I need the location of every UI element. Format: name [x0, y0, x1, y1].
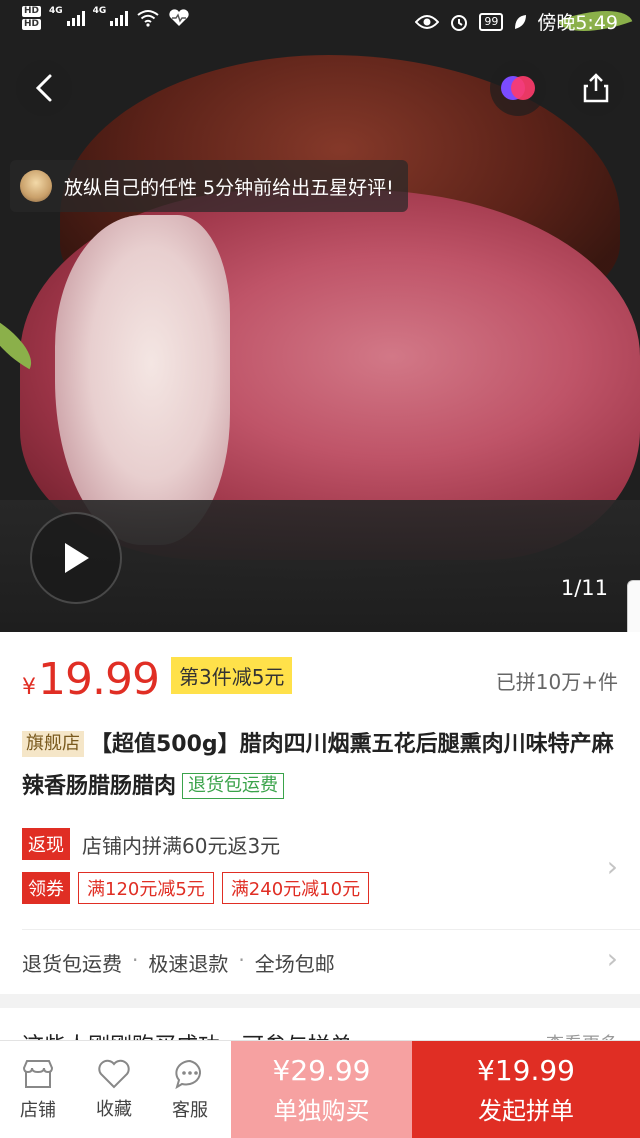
- cashback-row[interactable]: 返现 店铺内拼满60元返3元: [22, 828, 280, 860]
- network-type: 4G: [92, 6, 107, 16]
- solo-label: 单独购买: [273, 1096, 370, 1125]
- currency-symbol: ¥: [22, 675, 36, 700]
- favorite-button[interactable]: 收藏: [76, 1041, 152, 1138]
- service-separator: ·: [132, 948, 139, 972]
- cashback-text: 店铺内拼满60元返3元: [82, 833, 281, 858]
- coupon-item[interactable]: 满120元减5元: [78, 872, 214, 904]
- coupon-row[interactable]: 领券 满120元减5元 满240元减10元: [22, 872, 370, 904]
- avatar: [20, 170, 52, 202]
- health-heart-icon: [169, 9, 189, 26]
- chevron-left-icon: [35, 74, 52, 102]
- customer-service-label: 客服: [172, 1099, 208, 1121]
- coupon-badge: 领券: [22, 872, 70, 904]
- service-item: 全场包邮: [254, 952, 335, 976]
- price-row: ¥ 19.99 第3件减5元: [22, 654, 293, 705]
- chevron-right-icon[interactable]: ›: [607, 942, 618, 975]
- promo-tag: 第3件减5元: [170, 657, 293, 694]
- cashback-badge: 返现: [22, 828, 70, 860]
- share-icon: [583, 73, 609, 103]
- customer-service-button[interactable]: 客服: [152, 1041, 228, 1138]
- hd-badges: HD HD: [22, 6, 42, 30]
- hd-badge: HD: [22, 19, 42, 30]
- coupon-item[interactable]: 满240元减10元: [221, 872, 370, 904]
- wifi-icon: [137, 10, 159, 27]
- product-title: 旗舰店 【超值500g】腊肉四川烟熏五花后腿熏肉川味特产麻辣香肠腊肠腊肉 退货包运费: [22, 724, 622, 808]
- group-price: ¥19.99: [477, 1053, 575, 1087]
- start-group-buy-button[interactable]: ¥19.99 发起拼单: [412, 1041, 640, 1138]
- divider: [22, 929, 640, 930]
- service-separator: ·: [238, 948, 245, 972]
- signal-icon: [110, 10, 129, 26]
- product-price: 19.99: [38, 654, 160, 705]
- store-button[interactable]: 店铺: [0, 1041, 76, 1138]
- image-counter: 1/11: [560, 576, 608, 600]
- eye-icon: [415, 14, 440, 29]
- pinduoduo-button[interactable]: [490, 60, 546, 116]
- service-guarantees[interactable]: 退货包运费 · 极速退款 · 全场包邮: [22, 948, 335, 977]
- flagship-store-tag: 旗舰店: [22, 731, 84, 757]
- product-photo-fat-layer: [55, 215, 230, 545]
- product-title-text: 【超值500g】腊肉四川烟熏五花后腿熏肉川味特产麻辣香肠腊肠腊肉: [22, 732, 614, 799]
- share-button[interactable]: [568, 60, 624, 116]
- service-item: 极速退款: [148, 952, 229, 976]
- service-item: 退货包运费: [22, 952, 122, 976]
- network-type: 4G: [49, 6, 63, 16]
- product-info-card: ¥ 19.99 第3件减5元 已拼10万+件 旗舰店 【超值500g】腊肉四川烟熏…: [0, 632, 640, 994]
- clock-time: 傍晚5:49: [537, 12, 618, 34]
- status-bar-left: HD HD 4G 4G: [22, 6, 190, 30]
- play-video-button[interactable]: [30, 512, 122, 604]
- heart-icon: [98, 1059, 130, 1088]
- refund-shipping-tag: 退货包运费: [182, 773, 285, 799]
- buy-alone-button[interactable]: ¥29.99 单独购买: [231, 1041, 412, 1138]
- back-button[interactable]: [16, 60, 72, 116]
- status-bar-right: 99 傍晚5:49: [415, 8, 618, 35]
- group-label: 发起拼单: [478, 1096, 574, 1125]
- leaf-icon: [515, 14, 527, 29]
- chevron-right-icon[interactable]: ›: [607, 850, 618, 883]
- store-label: 店铺: [20, 1099, 56, 1121]
- store-icon: [22, 1059, 54, 1088]
- alarm-icon: [451, 14, 468, 31]
- status-bar: HD HD 4G 4G 99 傍晚5:49: [0, 0, 640, 44]
- product-image-carousel[interactable]: HD HD 4G 4G 99 傍晚5:49 放纵自己的任性 5分钟前给出五星好评…: [0, 0, 640, 632]
- review-toast: 放纵自己的任性 5分钟前给出五星好评!: [10, 160, 408, 212]
- hd-badge: HD: [22, 6, 42, 17]
- play-icon: [65, 543, 89, 573]
- chat-bubble-icon: [175, 1059, 201, 1089]
- battery-indicator: 99: [479, 12, 504, 31]
- bottom-action-bar: 店铺 收藏 客服 ¥29.99 单独购买 ¥19.99 发起拼单: [0, 1040, 640, 1138]
- pinduoduo-logo-icon: [501, 76, 535, 100]
- solo-price: ¥29.99: [272, 1053, 371, 1087]
- signal-icon: [66, 10, 85, 26]
- favorite-label: 收藏: [96, 1098, 132, 1120]
- review-toast-text: 放纵自己的任性 5分钟前给出五星好评!: [64, 176, 394, 199]
- grouped-count: 已拼10万+件: [495, 670, 618, 694]
